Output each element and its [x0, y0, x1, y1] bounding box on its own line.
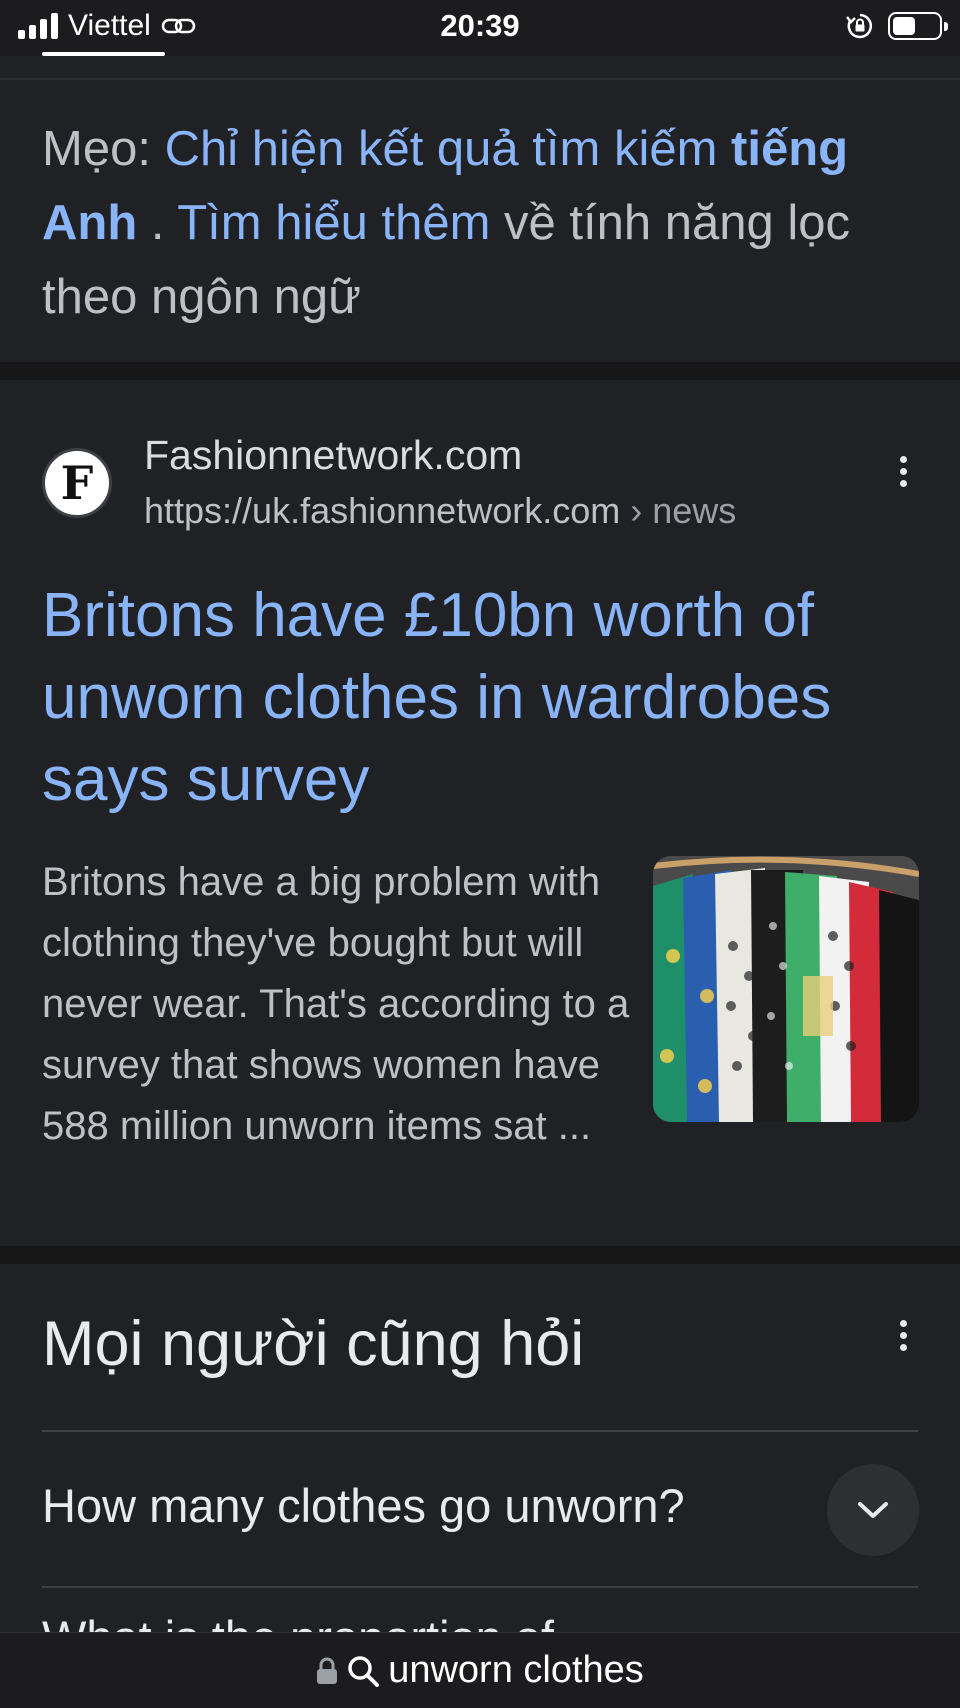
tip-separator: .	[137, 196, 178, 250]
english-only-link[interactable]: Chỉ hiện kết quả tìm kiếm	[165, 122, 718, 176]
clothes-rack-image	[653, 856, 919, 1122]
tip-prefix: Mẹo:	[42, 122, 165, 176]
question-item[interactable]: What is the proportion of	[42, 1608, 554, 1632]
tab-indicator	[42, 52, 165, 56]
status-right	[846, 12, 948, 40]
battery-icon	[888, 12, 948, 40]
site-url[interactable]: https://uk.fashionnetwork.com › news	[144, 490, 736, 532]
learn-more-link[interactable]: Tìm hiểu thêm	[177, 196, 490, 250]
more-vert-icon[interactable]	[891, 456, 915, 487]
search-query: unworn clothes	[388, 1649, 644, 1691]
expand-question-button[interactable]	[827, 1464, 919, 1556]
more-vert-icon[interactable]	[891, 1320, 915, 1351]
site-name[interactable]: Fashionnetwork.com	[144, 432, 522, 479]
search-icon	[348, 1655, 380, 1687]
language-tip: Mẹo: Chỉ hiện kết quả tìm kiếm tiếng Anh…	[42, 112, 922, 334]
battery-fill	[893, 17, 915, 35]
url-breadcrumb: › news	[620, 490, 737, 531]
address-bar[interactable]: unworn clothes	[0, 1632, 960, 1708]
lock-icon	[317, 1657, 338, 1684]
result-title-link[interactable]: Britons have £10bn worth of unworn cloth…	[42, 575, 922, 821]
status-bar: Viettel 20:39	[0, 0, 960, 56]
result-thumbnail[interactable]	[653, 856, 919, 1122]
rotation-lock-icon	[846, 13, 873, 39]
chevron-down-icon	[858, 1502, 888, 1518]
site-favicon[interactable]: F	[42, 448, 112, 518]
question-item[interactable]: How many clothes go unworn?	[42, 1478, 685, 1533]
divider	[42, 1586, 918, 1588]
result-snippet: Britons have a big problem with clothing…	[42, 860, 630, 1148]
section-separator	[0, 1246, 960, 1264]
section-separator	[0, 362, 960, 380]
people-also-ask-heading: Mọi người cũng hỏi	[42, 1309, 585, 1379]
clock: 20:39	[440, 8, 520, 43]
divider	[0, 78, 960, 80]
url-text: https://uk.fashionnetwork.com	[144, 490, 621, 531]
divider	[42, 1430, 918, 1432]
